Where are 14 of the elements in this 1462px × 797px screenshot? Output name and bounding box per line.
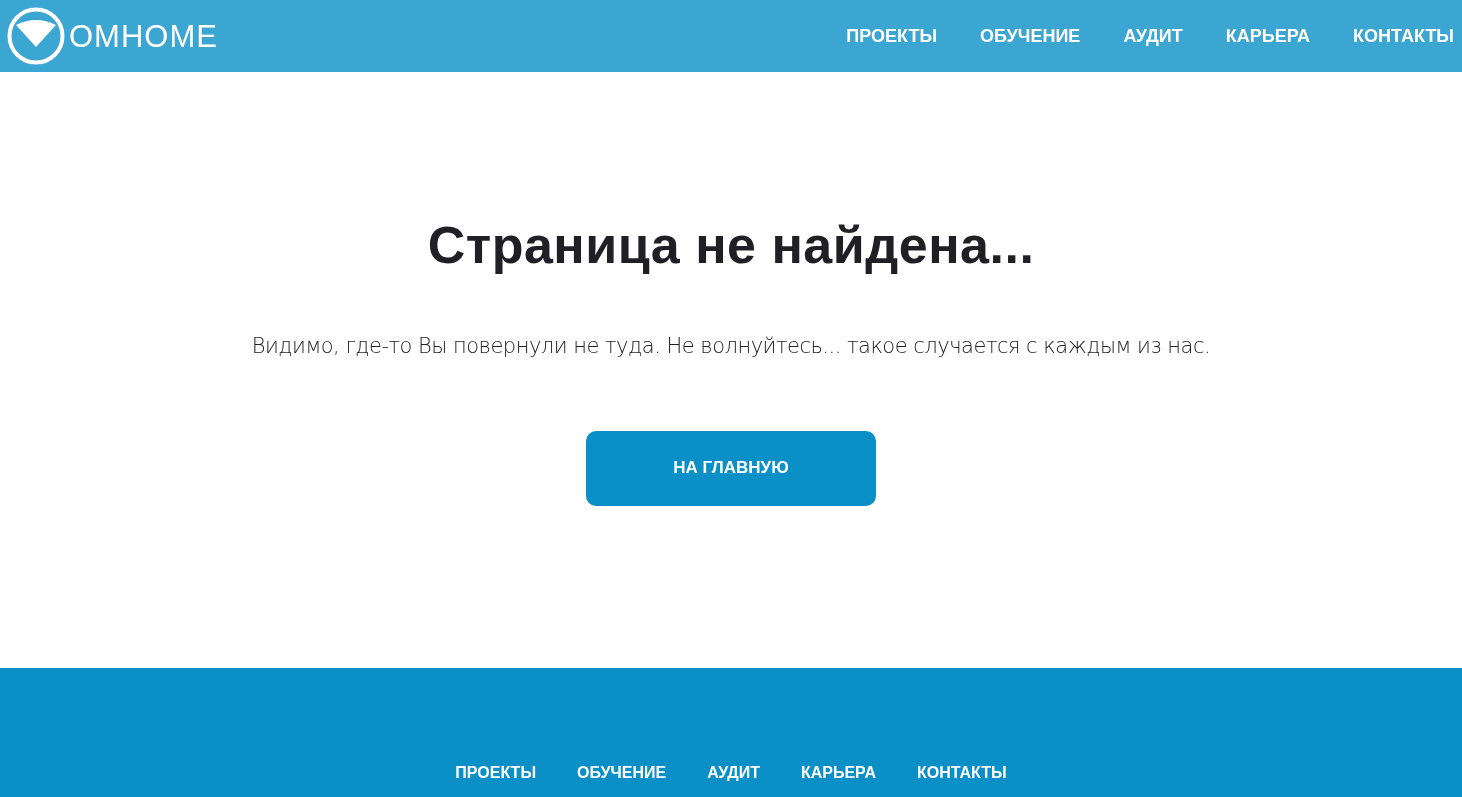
nav-link[interactable]: АУДИТ — [707, 761, 760, 785]
home-button[interactable]: НА ГЛАВНУЮ — [586, 430, 876, 506]
logo-icon[interactable] — [7, 7, 65, 65]
error-message: Видимо, где-то Вы повернули не туда. Не волнуйтесь... такое случается с каждым из нас. — [251, 333, 1211, 360]
nav-link[interactable]: ПРОЕКТЫ — [455, 761, 537, 785]
logo-text[interactable]: OMHOME — [69, 20, 218, 52]
nav-link[interactable]: КАРЬЕРА — [1225, 22, 1311, 50]
nav-link[interactable]: КОНТАКТЫ — [1353, 22, 1454, 50]
nav-link[interactable]: КАРЬЕРА — [800, 761, 876, 785]
nav-link[interactable]: ОБУЧЕНИЕ — [577, 761, 667, 785]
nav-link[interactable]: КОНТАКТЫ — [916, 761, 1007, 785]
nav-link[interactable]: ПРОЕКТЫ — [846, 22, 938, 50]
nav-link[interactable]: ОБУЧЕНИЕ — [980, 22, 1081, 50]
nav-link[interactable]: АУДИТ — [1123, 22, 1183, 50]
